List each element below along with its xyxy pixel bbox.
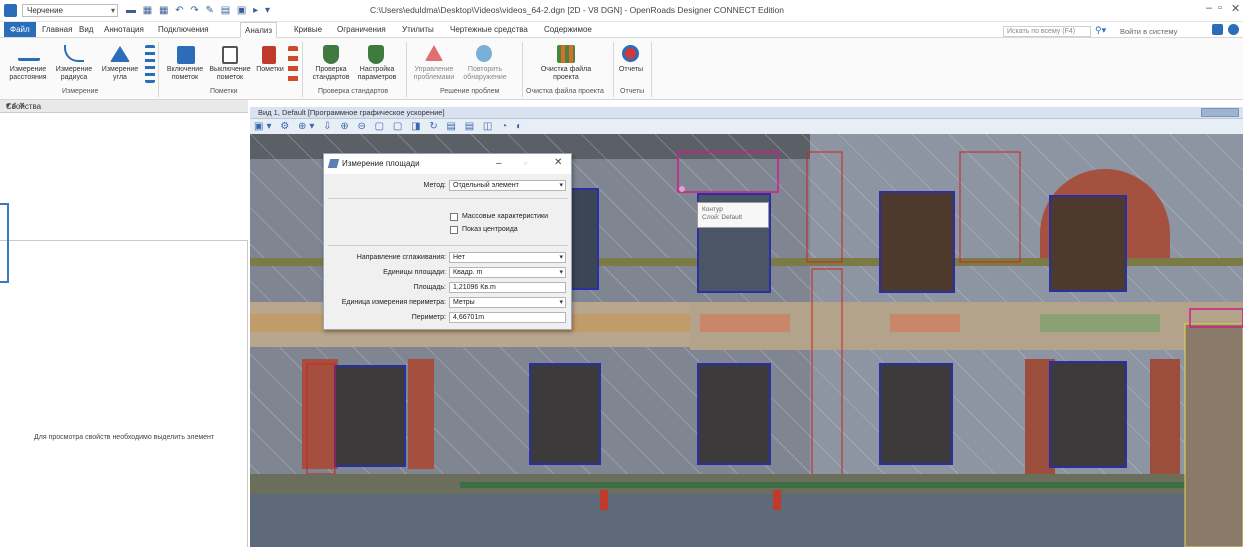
disable-markers-icon	[222, 46, 238, 64]
method-label: Метод:	[423, 182, 446, 189]
properties-toolbar-area	[0, 113, 248, 241]
measure-distance-button[interactable]: Измерение расстояния	[6, 66, 50, 82]
close-button[interactable]: ✕	[1231, 2, 1240, 15]
view-toolbar[interactable]: ▣▾ ⚙ ⊕▾ ⇩ ⊕ ⊖ ▢ ▢ ◨ ↻ ▤ ▤ ◫ ◔ ◐	[250, 119, 1243, 134]
measure-area-icon	[327, 159, 340, 168]
measure-angle-button[interactable]: Измерение угла	[98, 66, 142, 82]
perimeter-value: 4,66701m	[449, 312, 566, 323]
mass-props-label: Массовые характеристики	[462, 213, 549, 220]
tab-home[interactable]: Главная	[38, 24, 76, 35]
area-units-select[interactable]: Квадр. m	[449, 267, 566, 278]
maximize-button[interactable]: ▫	[1218, 2, 1222, 14]
workspace-select[interactable]: Черчение	[22, 4, 118, 17]
properties-empty-message: Для просмотра свойств необходимо выделит…	[34, 434, 215, 441]
dialog-maximize-button[interactable]: ▫	[524, 158, 527, 168]
repeat-problems-button[interactable]: Повторить обнаружение	[458, 66, 512, 82]
group-markers-label: Пометки	[210, 88, 238, 95]
reports-icon	[622, 45, 639, 62]
check-standards-icon	[323, 45, 339, 64]
tab-analysis[interactable]: Анализ	[240, 22, 278, 38]
mass-props-checkbox[interactable]	[450, 213, 458, 221]
cleanup-file-button[interactable]: Очистка файла проекта	[540, 66, 592, 82]
method-select[interactable]: Отдельный элемент	[449, 180, 566, 191]
group-cleanup-label: Очистка файла проекта	[526, 88, 604, 95]
area-units-label: Единицы площади:	[383, 269, 446, 276]
area-label: Площадь:	[413, 284, 446, 291]
markers-button[interactable]: Пометки	[255, 66, 285, 74]
tab-constraints[interactable]: Ограничения	[333, 24, 390, 35]
area-value: 1,21096 Кв.m	[449, 282, 566, 293]
perimeter-units-select[interactable]: Метры	[449, 297, 566, 308]
markers-small-icon[interactable]	[288, 46, 298, 82]
measure-small-icon[interactable]	[145, 45, 155, 83]
tooltip-layer: Слой: Default	[702, 214, 743, 221]
measure-radius-button[interactable]: Измерение радиуса	[52, 66, 96, 82]
properties-header: Свойства ▾ ♯ ✕	[0, 100, 248, 113]
title-bar: Черчение ▬ ▦ ▦ ↶ ↷ ✎ ▤ ▣ ▸ ▾ C:\Users\ed…	[0, 0, 1243, 22]
configure-params-icon	[368, 45, 384, 64]
tab-connections[interactable]: Подключения	[154, 24, 213, 35]
group-reports-label: Отчеты	[620, 88, 645, 95]
properties-pin-controls[interactable]: ▾ ♯ ✕	[6, 101, 242, 110]
view-header: Вид 1, Default [Программное графическое …	[250, 107, 1243, 119]
tab-annotation[interactable]: Аннотация	[100, 24, 148, 35]
tab-curves[interactable]: Кривые	[290, 24, 326, 35]
enable-markers-icon	[177, 46, 195, 64]
manage-problems-button[interactable]: Управление проблемами	[408, 66, 460, 82]
measure-distance-icon	[18, 45, 40, 61]
element-tooltip: Контур Слой: Default	[697, 202, 769, 228]
group-problems-label: Решение проблем	[440, 88, 500, 95]
tab-file[interactable]: Файл	[4, 22, 36, 37]
search-icon[interactable]: ⚲▾	[1095, 25, 1106, 36]
quick-access-toolbar[interactable]: ▬ ▦ ▦ ↶ ↷ ✎ ▤ ▣ ▸ ▾	[126, 5, 272, 16]
selection-marker	[0, 203, 9, 283]
search-input[interactable]: Искать по всему (F4)	[1003, 26, 1091, 37]
show-centroid-checkbox[interactable]	[450, 226, 458, 234]
view-tools-icon[interactable]: ▣▾ ⚙ ⊕▾ ⇩ ⊕ ⊖ ▢ ▢ ◨ ↻ ▤ ▤ ◫ ◔ ◐	[254, 121, 525, 132]
view-window-controls[interactable]	[1201, 108, 1239, 117]
perimeter-label: Периметр:	[411, 314, 446, 321]
repeat-problems-icon	[476, 45, 492, 62]
smoothing-select[interactable]: Нет	[449, 252, 566, 263]
group-measure-label: Измерение	[62, 88, 99, 95]
manage-problems-icon	[425, 45, 443, 61]
window-title: C:\Users\eduldma\Desktop\Videos\videos_6…	[370, 5, 785, 15]
check-standards-button[interactable]: Проверка стандартов	[308, 66, 354, 82]
enable-markers-button[interactable]: Включение пометок	[162, 66, 208, 82]
disable-markers-button[interactable]: Выключение пометок	[206, 66, 254, 82]
dialog-close-button[interactable]: ✕	[554, 157, 562, 168]
group-standards-label: Проверка стандартов	[318, 88, 389, 95]
tab-drawing-tools[interactable]: Чертежные средства	[446, 24, 532, 35]
markers-icon	[262, 46, 276, 64]
tab-utilities[interactable]: Утилиты	[398, 24, 438, 35]
minimize-button[interactable]: –	[1206, 2, 1212, 14]
dialog-titlebar[interactable]: Измерение площади – ▫ ✕	[324, 154, 571, 174]
dialog-title: Измерение площади	[342, 159, 420, 168]
help-icon[interactable]	[1212, 24, 1223, 35]
dialog-minimize-button[interactable]: –	[496, 158, 502, 169]
tab-content[interactable]: Содержимое	[540, 24, 596, 35]
tooltip-type: Контур	[702, 206, 723, 213]
reports-button[interactable]: Отчеты	[614, 66, 648, 74]
smoothing-label: Направление сглаживания:	[356, 254, 446, 261]
settings-icon[interactable]	[1228, 24, 1239, 35]
show-centroid-label: Показ центроида	[462, 226, 518, 233]
signin-link[interactable]: Войти в систему	[1120, 27, 1177, 36]
measure-angle-icon	[110, 46, 130, 62]
tab-view[interactable]: Вид	[75, 24, 97, 35]
app-icon[interactable]	[4, 4, 17, 17]
measure-area-dialog: Измерение площади – ▫ ✕ Метод: Отдельный…	[323, 153, 572, 330]
cleanup-file-icon	[557, 45, 575, 63]
perimeter-units-label: Единица измерения периметра:	[341, 299, 446, 306]
configure-params-button[interactable]: Настройка параметров	[352, 66, 402, 82]
view-title: Вид 1, Default [Программное графическое …	[258, 108, 445, 117]
properties-body	[0, 241, 248, 547]
